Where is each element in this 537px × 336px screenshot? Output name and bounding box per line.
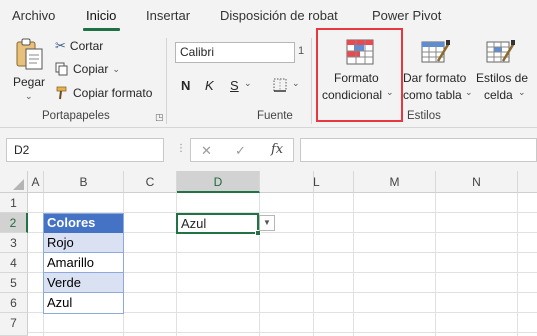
formula-buttons: ✕ ✓ fx [190, 138, 294, 162]
column-header-next[interactable] [518, 171, 537, 193]
tab-disposicion[interactable]: Disposición de robat [220, 8, 338, 24]
underline-chevron-icon[interactable]: ⌄ [244, 78, 252, 89]
conditional-format-highlight [316, 28, 403, 122]
cell-styles-chevron-icon: ⌄ [518, 87, 526, 97]
tab-insertar[interactable]: Insertar [146, 8, 190, 24]
gridline [353, 193, 354, 336]
row-header-1[interactable]: 1 [0, 193, 28, 213]
namebox-resize-icon[interactable]: ⋮ [176, 143, 187, 154]
tab-power-pivot[interactable]: Power Pivot [372, 8, 441, 24]
column-header-l-text: L [313, 175, 320, 189]
paintbrush-icon [56, 86, 67, 100]
borders-chevron-icon[interactable]: ⌄ [292, 78, 300, 89]
enter-icon[interactable]: ✓ [235, 143, 246, 159]
active-tab-indicator [83, 28, 120, 31]
cut-button[interactable]: ✂ Cortar [55, 38, 103, 54]
bold-button[interactable]: N [181, 74, 190, 96]
group-divider [166, 38, 167, 124]
copy-button[interactable]: Copiar ⌄ [55, 62, 120, 76]
column-header-n[interactable]: N [436, 171, 518, 193]
format-as-table-label-2: como tabla [403, 88, 462, 102]
dropdown-arrow-icon: ▼ [263, 218, 271, 227]
gridline [517, 193, 518, 336]
column-header-d[interactable]: D [177, 171, 260, 193]
row-header-3[interactable]: 3 [0, 233, 28, 253]
font-size-partial[interactable]: 1 [298, 45, 304, 57]
column-header-e[interactable]: E L [260, 171, 326, 193]
active-cell-d2[interactable]: Azul [176, 213, 259, 234]
table-row[interactable]: Verde [44, 273, 124, 293]
borders-icon[interactable] [272, 77, 288, 93]
format-as-table-button[interactable]: Dar formato como tabla ⌄ [403, 32, 473, 104]
formula-input[interactable] [300, 138, 537, 162]
underline-button[interactable]: S [230, 74, 239, 96]
row-header-2[interactable]: 2 [0, 213, 28, 233]
active-cell-value: Azul [181, 216, 207, 231]
group-divider [311, 38, 312, 124]
styles-group-label: Estilos [407, 110, 441, 122]
column-header-b[interactable]: B [44, 171, 124, 193]
table-row[interactable]: Rojo [44, 233, 124, 253]
formula-bar: D2 ⋮ ✕ ✓ fx [0, 128, 537, 171]
gridline [28, 332, 537, 333]
scissors-icon: ✂ [55, 38, 66, 53]
tab-archivo[interactable]: Archivo [12, 8, 55, 24]
column-header-l[interactable]: L [313, 171, 354, 193]
italic-button[interactable]: K [205, 74, 214, 96]
tab-inicio[interactable]: Inicio [86, 8, 116, 24]
table-row[interactable]: Azul [44, 293, 124, 313]
cell-styles-button[interactable]: Estilos de celda ⌄ [474, 32, 534, 104]
column-header-m[interactable]: M [354, 171, 436, 193]
gridline [435, 193, 436, 336]
cut-label: Cortar [69, 39, 104, 53]
copy-label: Copiar [73, 62, 109, 76]
name-box-value: D2 [14, 143, 30, 157]
format-as-table-icon [421, 40, 451, 63]
cell-styles-icon [486, 40, 516, 63]
font-group-label: Fuente [257, 110, 293, 122]
ribbon-tab-bar: Archivo Inicio Insertar Disposición de r… [0, 0, 537, 32]
clipboard-group-label: Portapapeles [42, 110, 110, 122]
table-header-cell[interactable]: Colores [44, 213, 124, 233]
gridline [313, 193, 314, 336]
row-header-7[interactable]: 7 [0, 313, 28, 336]
cell-styles-label-2: celda [484, 88, 513, 102]
copy-icon [55, 62, 68, 76]
data-validation-dropdown-button[interactable]: ▼ [259, 215, 275, 231]
cell-styles-label-1: Estilos de [476, 71, 529, 85]
row-header-4[interactable]: 4 [0, 253, 28, 273]
name-box[interactable]: D2 [6, 138, 164, 162]
row-header-6[interactable]: 6 [0, 293, 28, 313]
row-header-5[interactable]: 5 [0, 273, 28, 293]
font-name-box[interactable]: Calibri [175, 42, 295, 63]
clipboard-launcher-icon[interactable]: ◳ [155, 112, 164, 123]
paste-button[interactable]: Pegar ⌄ [9, 36, 49, 101]
column-header-c[interactable]: C [124, 171, 177, 193]
table-row[interactable]: Amarillo [44, 253, 124, 273]
font-name-value: Calibri [180, 45, 215, 59]
copy-chevron-icon[interactable]: ⌄ [112, 64, 120, 75]
select-all-corner[interactable] [0, 171, 28, 193]
column-header-a[interactable]: A [28, 171, 44, 193]
format-painter-label: Copiar formato [73, 86, 153, 100]
select-all-triangle-icon [13, 179, 24, 190]
paste-icon [16, 38, 43, 70]
cancel-icon[interactable]: ✕ [201, 143, 212, 159]
ribbon: Pegar ⌄ ✂ Cortar Copiar ⌄ Copiar formato… [0, 32, 537, 128]
spreadsheet-grid: A B C D E L L M N 1 2 3 4 5 6 7 Colores … [0, 171, 537, 336]
insert-function-icon[interactable]: fx [271, 142, 283, 157]
format-painter-button[interactable]: Copiar formato [55, 86, 152, 100]
format-as-table-label-1: Dar formato [403, 71, 467, 85]
paste-chevron-icon[interactable]: ⌄ [25, 88, 33, 104]
format-as-table-chevron-icon: ⌄ [465, 87, 473, 97]
